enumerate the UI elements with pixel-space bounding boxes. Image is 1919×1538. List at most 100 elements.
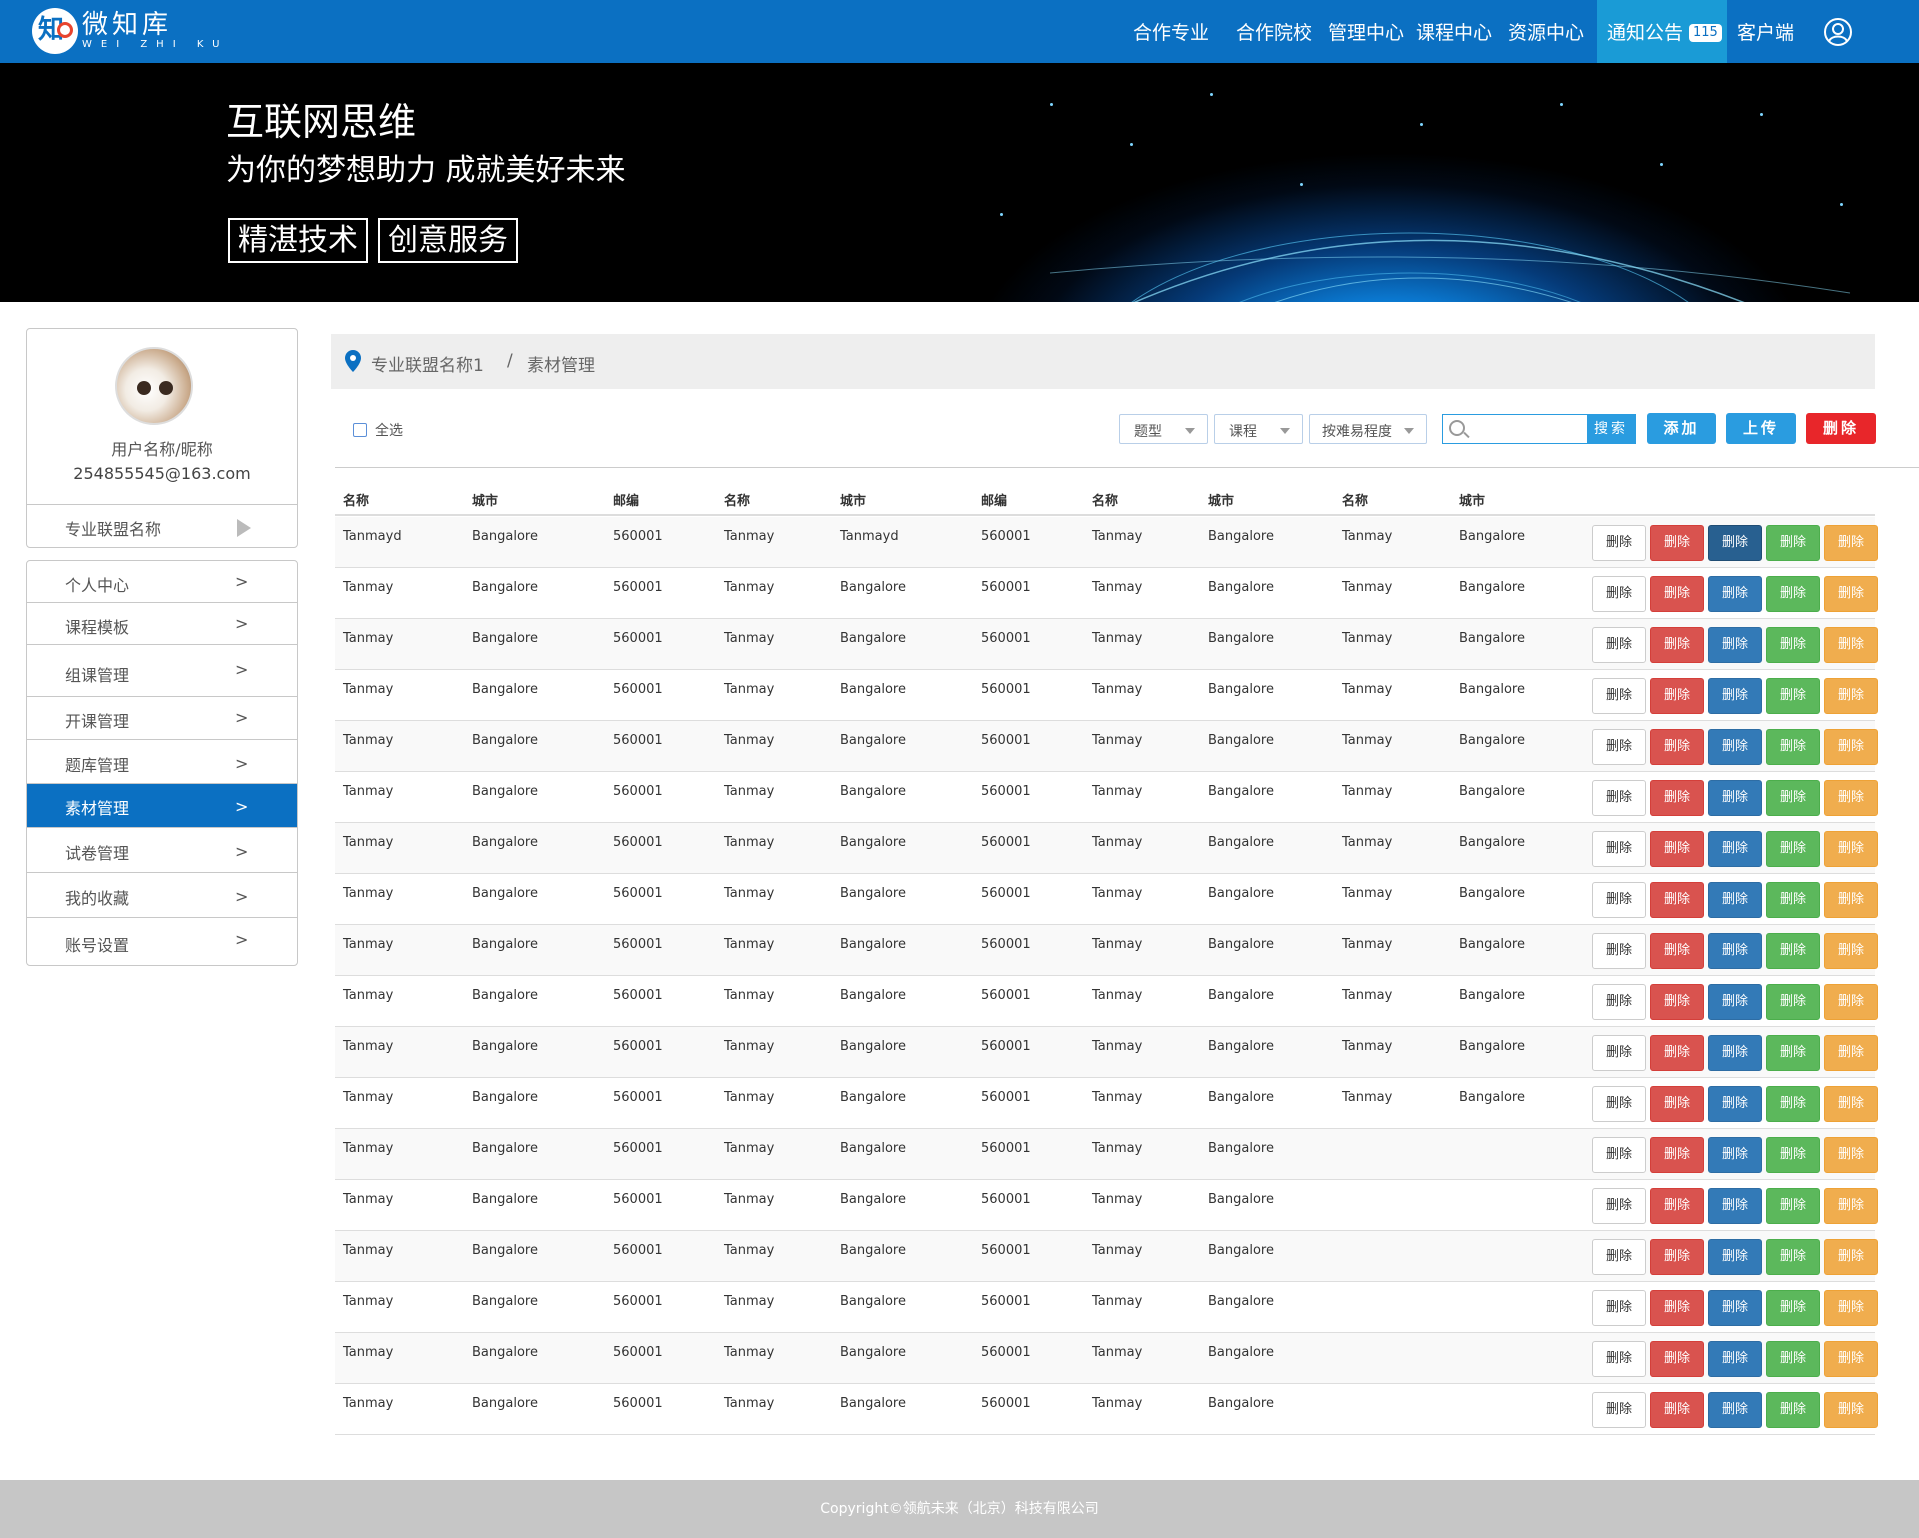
row-delete-button-default[interactable]: 删除: [1592, 576, 1646, 612]
nav-item-client[interactable]: 客户端: [1737, 0, 1794, 63]
row-delete-button-green[interactable]: 删除: [1766, 1086, 1820, 1122]
row-delete-button-red[interactable]: 删除: [1650, 1188, 1704, 1224]
row-delete-button-blue[interactable]: 删除: [1708, 576, 1762, 612]
row-delete-button-red[interactable]: 删除: [1650, 1290, 1704, 1326]
sidebar-item-exam-papers[interactable]: 试卷管理 >: [27, 828, 297, 873]
row-delete-button-red[interactable]: 删除: [1650, 831, 1704, 867]
row-delete-button-green[interactable]: 删除: [1766, 1290, 1820, 1326]
nav-item-resources[interactable]: 资源中心: [1508, 0, 1584, 63]
row-delete-button-blue[interactable]: 删除: [1708, 780, 1762, 816]
user-circle-icon[interactable]: [1823, 17, 1853, 47]
row-delete-button-blue[interactable]: 删除: [1708, 1239, 1762, 1275]
row-delete-button-blue[interactable]: 删除: [1708, 1290, 1762, 1326]
nav-item-courses[interactable]: 课程中心: [1416, 0, 1492, 63]
row-delete-button-default[interactable]: 删除: [1592, 1239, 1646, 1275]
row-delete-button-blue[interactable]: 删除: [1708, 984, 1762, 1020]
row-delete-button-blue[interactable]: 删除: [1708, 1137, 1762, 1173]
row-delete-button-green[interactable]: 删除: [1766, 984, 1820, 1020]
row-delete-button-default[interactable]: 删除: [1592, 984, 1646, 1020]
sidebar-item-materials[interactable]: 素材管理 >: [27, 784, 297, 828]
avatar[interactable]: [115, 347, 193, 425]
row-delete-button-orange[interactable]: 删除: [1824, 1035, 1878, 1071]
search-button[interactable]: 搜索: [1587, 415, 1635, 443]
row-delete-button-green[interactable]: 删除: [1766, 1035, 1820, 1071]
row-delete-button-default[interactable]: 删除: [1592, 1086, 1646, 1122]
league-selector[interactable]: 专业联盟名称: [27, 504, 297, 548]
row-delete-button-red[interactable]: 删除: [1650, 1137, 1704, 1173]
logo[interactable]: 知 微知库 WEI ZHI KU: [32, 6, 228, 56]
row-delete-button-green[interactable]: 删除: [1766, 678, 1820, 714]
row-delete-button-default[interactable]: 删除: [1592, 831, 1646, 867]
row-delete-button-red[interactable]: 删除: [1650, 1341, 1704, 1377]
select-all-checkbox[interactable]: 全选: [353, 420, 403, 440]
row-delete-button-orange[interactable]: 删除: [1824, 729, 1878, 765]
row-delete-button-blue[interactable]: 删除: [1708, 882, 1762, 918]
question-type-dropdown[interactable]: 题型: [1119, 414, 1208, 444]
row-delete-button-blue[interactable]: 删除: [1708, 678, 1762, 714]
row-delete-button-green[interactable]: 删除: [1766, 1341, 1820, 1377]
row-delete-button-red[interactable]: 删除: [1650, 729, 1704, 765]
breadcrumb-parent[interactable]: 专业联盟名称1: [371, 351, 484, 376]
row-delete-button-green[interactable]: 删除: [1766, 882, 1820, 918]
sidebar-item-account-settings[interactable]: 账号设置 >: [27, 918, 297, 965]
row-delete-button-red[interactable]: 删除: [1650, 576, 1704, 612]
row-delete-button-orange[interactable]: 删除: [1824, 1341, 1878, 1377]
row-delete-button-default[interactable]: 删除: [1592, 525, 1646, 561]
row-delete-button-blue[interactable]: 删除: [1708, 1035, 1762, 1071]
row-delete-button-blue[interactable]: 删除: [1708, 729, 1762, 765]
row-delete-button-green[interactable]: 删除: [1766, 1188, 1820, 1224]
search-input[interactable]: [1469, 417, 1585, 441]
row-delete-button-orange[interactable]: 删除: [1824, 882, 1878, 918]
row-delete-button-default[interactable]: 删除: [1592, 1341, 1646, 1377]
row-delete-button-default[interactable]: 删除: [1592, 780, 1646, 816]
row-delete-button-red[interactable]: 删除: [1650, 678, 1704, 714]
row-delete-button-default[interactable]: 删除: [1592, 627, 1646, 663]
row-delete-button-orange[interactable]: 删除: [1824, 1188, 1878, 1224]
row-delete-button-red[interactable]: 删除: [1650, 780, 1704, 816]
row-delete-button-default[interactable]: 删除: [1592, 1392, 1646, 1428]
sidebar-item-course-opening[interactable]: 开课管理 >: [27, 697, 297, 740]
row-delete-button-green[interactable]: 删除: [1766, 780, 1820, 816]
row-delete-button-blue[interactable]: 删除: [1708, 525, 1762, 561]
row-delete-button-orange[interactable]: 删除: [1824, 984, 1878, 1020]
row-delete-button-green[interactable]: 删除: [1766, 729, 1820, 765]
row-delete-button-blue[interactable]: 删除: [1708, 627, 1762, 663]
upload-button[interactable]: 上传: [1726, 413, 1796, 444]
row-delete-button-default[interactable]: 删除: [1592, 729, 1646, 765]
row-delete-button-orange[interactable]: 删除: [1824, 576, 1878, 612]
row-delete-button-green[interactable]: 删除: [1766, 1239, 1820, 1275]
course-dropdown[interactable]: 课程: [1214, 414, 1303, 444]
row-delete-button-default[interactable]: 删除: [1592, 933, 1646, 969]
sidebar-item-course-templates[interactable]: 课程模板 >: [27, 603, 297, 645]
row-delete-button-default[interactable]: 删除: [1592, 882, 1646, 918]
sidebar-item-question-bank[interactable]: 题库管理 >: [27, 740, 297, 784]
nav-item-notices[interactable]: 通知公告 115: [1597, 0, 1727, 63]
row-delete-button-red[interactable]: 删除: [1650, 1239, 1704, 1275]
row-delete-button-orange[interactable]: 删除: [1824, 1392, 1878, 1428]
row-delete-button-default[interactable]: 删除: [1592, 1290, 1646, 1326]
row-delete-button-orange[interactable]: 删除: [1824, 1290, 1878, 1326]
row-delete-button-orange[interactable]: 删除: [1824, 627, 1878, 663]
row-delete-button-green[interactable]: 删除: [1766, 576, 1820, 612]
row-delete-button-red[interactable]: 删除: [1650, 627, 1704, 663]
row-delete-button-blue[interactable]: 删除: [1708, 933, 1762, 969]
row-delete-button-default[interactable]: 删除: [1592, 1137, 1646, 1173]
nav-item-partner-majors[interactable]: 合作专业: [1133, 0, 1209, 63]
row-delete-button-default[interactable]: 删除: [1592, 1035, 1646, 1071]
row-delete-button-red[interactable]: 删除: [1650, 525, 1704, 561]
difficulty-dropdown[interactable]: 按难易程度: [1309, 414, 1427, 444]
row-delete-button-blue[interactable]: 删除: [1708, 1086, 1762, 1122]
nav-item-partner-schools[interactable]: 合作院校: [1236, 0, 1312, 63]
row-delete-button-green[interactable]: 删除: [1766, 831, 1820, 867]
add-button[interactable]: 添加: [1647, 413, 1716, 444]
row-delete-button-red[interactable]: 删除: [1650, 1392, 1704, 1428]
row-delete-button-green[interactable]: 删除: [1766, 627, 1820, 663]
row-delete-button-orange[interactable]: 删除: [1824, 831, 1878, 867]
row-delete-button-red[interactable]: 删除: [1650, 1035, 1704, 1071]
row-delete-button-red[interactable]: 删除: [1650, 933, 1704, 969]
row-delete-button-green[interactable]: 删除: [1766, 1392, 1820, 1428]
sidebar-item-course-assembly[interactable]: 组课管理 >: [27, 645, 297, 697]
sidebar-item-personal-center[interactable]: 个人中心 >: [27, 561, 297, 603]
row-delete-button-orange[interactable]: 删除: [1824, 1239, 1878, 1275]
row-delete-button-orange[interactable]: 删除: [1824, 678, 1878, 714]
